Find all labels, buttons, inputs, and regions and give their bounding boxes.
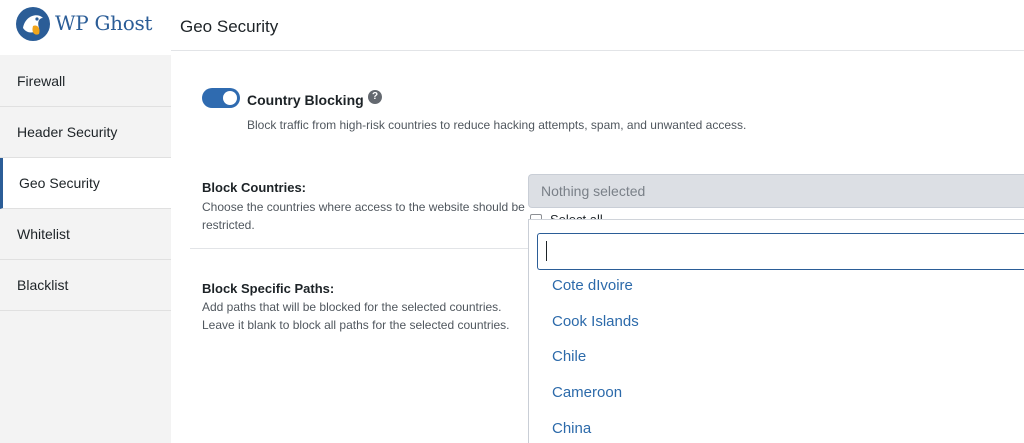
sidebar-nav: Firewall Header Security Geo Security Wh… (0, 56, 171, 311)
list-item[interactable]: Cook Islands (529, 304, 1024, 340)
block-paths-help: Add paths that will be blocked for the s… (202, 300, 510, 332)
brand-name: WP Ghost (55, 11, 153, 35)
list-item[interactable]: China (529, 410, 1024, 443)
sidebar-item-blacklist[interactable]: Blacklist (0, 260, 171, 311)
country-select[interactable]: Nothing selected (528, 174, 1024, 208)
list-item[interactable]: Chile (529, 339, 1024, 375)
sidebar-item-header-security[interactable]: Header Security (0, 107, 171, 158)
block-countries-label: Block Countries: (202, 180, 307, 195)
text-caret (546, 241, 547, 261)
block-paths-label: Block Specific Paths: (202, 281, 335, 296)
country-option-list: Cote dIvoire Cook Islands Chile Cameroon… (529, 268, 1024, 443)
country-search-input[interactable] (537, 233, 1024, 270)
ghost-bird-logo-icon (16, 7, 50, 41)
country-blocking-toggle[interactable] (202, 88, 240, 108)
sidebar-item-geo-security[interactable]: Geo Security (0, 158, 171, 209)
sidebar: WP Ghost Firewall Header Security Geo Se… (0, 0, 171, 443)
page-title: Geo Security (180, 17, 279, 36)
list-item[interactable]: Cote dIvoire (529, 268, 1024, 304)
block-countries-help: Choose the countries where access to the… (202, 200, 525, 232)
sidebar-item-whitelist[interactable]: Whitelist (0, 209, 171, 260)
country-blocking-description: Block traffic from high-risk countries t… (247, 118, 747, 132)
list-item[interactable]: Cameroon (529, 375, 1024, 411)
section-divider (190, 248, 530, 249)
country-dropdown: Cote dIvoire Cook Islands Chile Cameroon… (528, 219, 1024, 443)
country-select-value: Nothing selected (541, 183, 646, 199)
question-circle-icon[interactable]: ? (368, 90, 382, 104)
country-blocking-title: Country Blocking (247, 92, 364, 108)
toggle-knob (223, 91, 237, 105)
brand[interactable]: WP Ghost (0, 0, 171, 55)
sidebar-item-firewall[interactable]: Firewall (0, 56, 171, 107)
page-header: Geo Security (171, 0, 1024, 51)
